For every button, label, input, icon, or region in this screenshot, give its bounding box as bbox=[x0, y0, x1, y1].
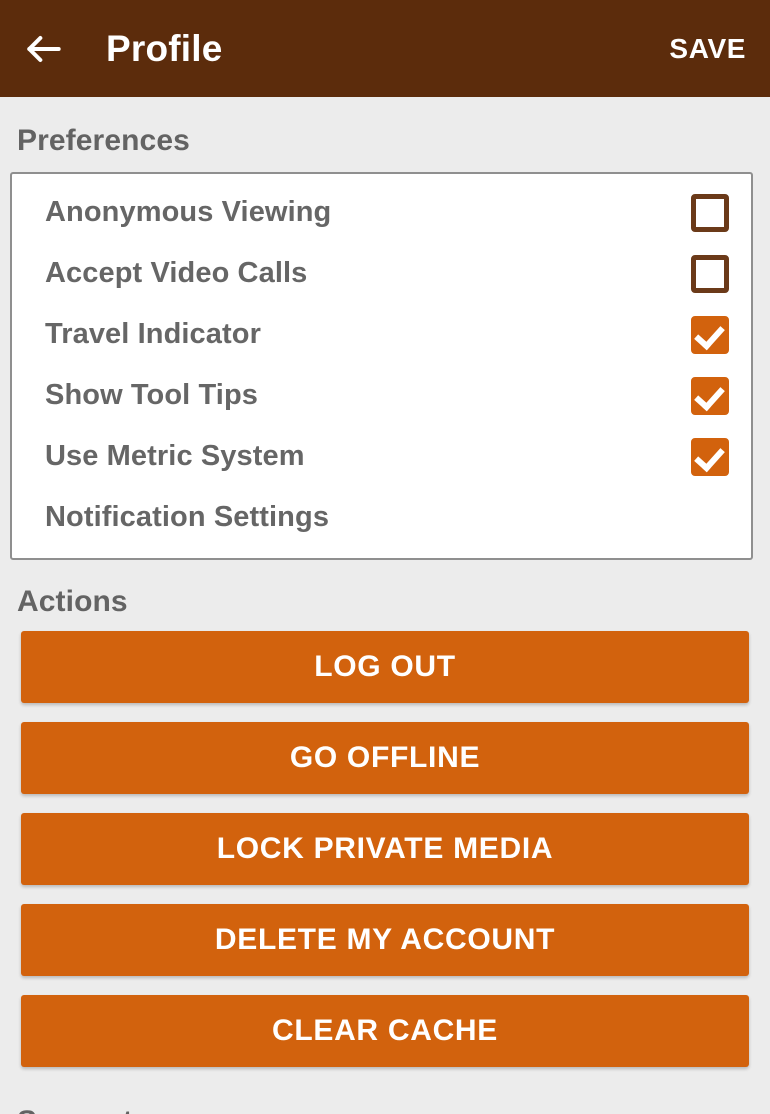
delete-my-account-button[interactable]: DELETE MY ACCOUNT bbox=[21, 904, 749, 976]
preference-row-show-tool-tips[interactable]: Show Tool Tips bbox=[12, 365, 751, 426]
actions-section-heading: Actions bbox=[17, 585, 128, 618]
preferences-card: Anonymous Viewing Accept Video Calls Tra… bbox=[10, 172, 753, 560]
preference-label: Use Metric System bbox=[45, 440, 305, 472]
checkbox-use-metric-system[interactable] bbox=[691, 437, 729, 476]
app-bar: Profile SAVE bbox=[0, 0, 770, 97]
preferences-section-heading: Preferences bbox=[17, 124, 190, 157]
back-button[interactable] bbox=[22, 23, 74, 75]
checkbox-anonymous-viewing[interactable] bbox=[691, 193, 729, 232]
preference-row-travel-indicator[interactable]: Travel Indicator bbox=[12, 304, 751, 365]
checkbox-travel-indicator[interactable] bbox=[691, 315, 729, 354]
preference-row-accept-video-calls[interactable]: Accept Video Calls bbox=[12, 243, 751, 304]
go-offline-button[interactable]: GO OFFLINE bbox=[21, 722, 749, 794]
preference-label: Travel Indicator bbox=[45, 318, 261, 350]
checkbox-show-tool-tips[interactable] bbox=[691, 376, 729, 415]
lock-private-media-button[interactable]: LOCK PRIVATE MEDIA bbox=[21, 813, 749, 885]
save-button[interactable]: SAVE bbox=[667, 25, 748, 73]
preference-row-notification-settings[interactable]: Notification Settings bbox=[12, 487, 751, 548]
preference-label: Notification Settings bbox=[45, 501, 330, 533]
preference-label: Accept Video Calls bbox=[45, 257, 308, 289]
preference-label: Anonymous Viewing bbox=[45, 196, 332, 228]
log-out-button[interactable]: LOG OUT bbox=[21, 631, 749, 703]
support-section-heading: Support bbox=[0, 1105, 770, 1114]
preference-label: Show Tool Tips bbox=[45, 379, 258, 411]
actions-list: LOG OUT GO OFFLINE LOCK PRIVATE MEDIA DE… bbox=[0, 631, 770, 1067]
checkbox-accept-video-calls[interactable] bbox=[691, 254, 729, 293]
clear-cache-button[interactable]: CLEAR CACHE bbox=[21, 995, 749, 1067]
no-checkbox-spacer bbox=[691, 499, 729, 537]
arrow-left-icon bbox=[22, 27, 66, 71]
preference-row-anonymous-viewing[interactable]: Anonymous Viewing bbox=[12, 182, 751, 243]
preference-row-use-metric-system[interactable]: Use Metric System bbox=[12, 426, 751, 487]
profile-screen: Profile SAVE Preferences Anonymous Viewi… bbox=[0, 0, 770, 1114]
page-title: Profile bbox=[106, 27, 223, 69]
